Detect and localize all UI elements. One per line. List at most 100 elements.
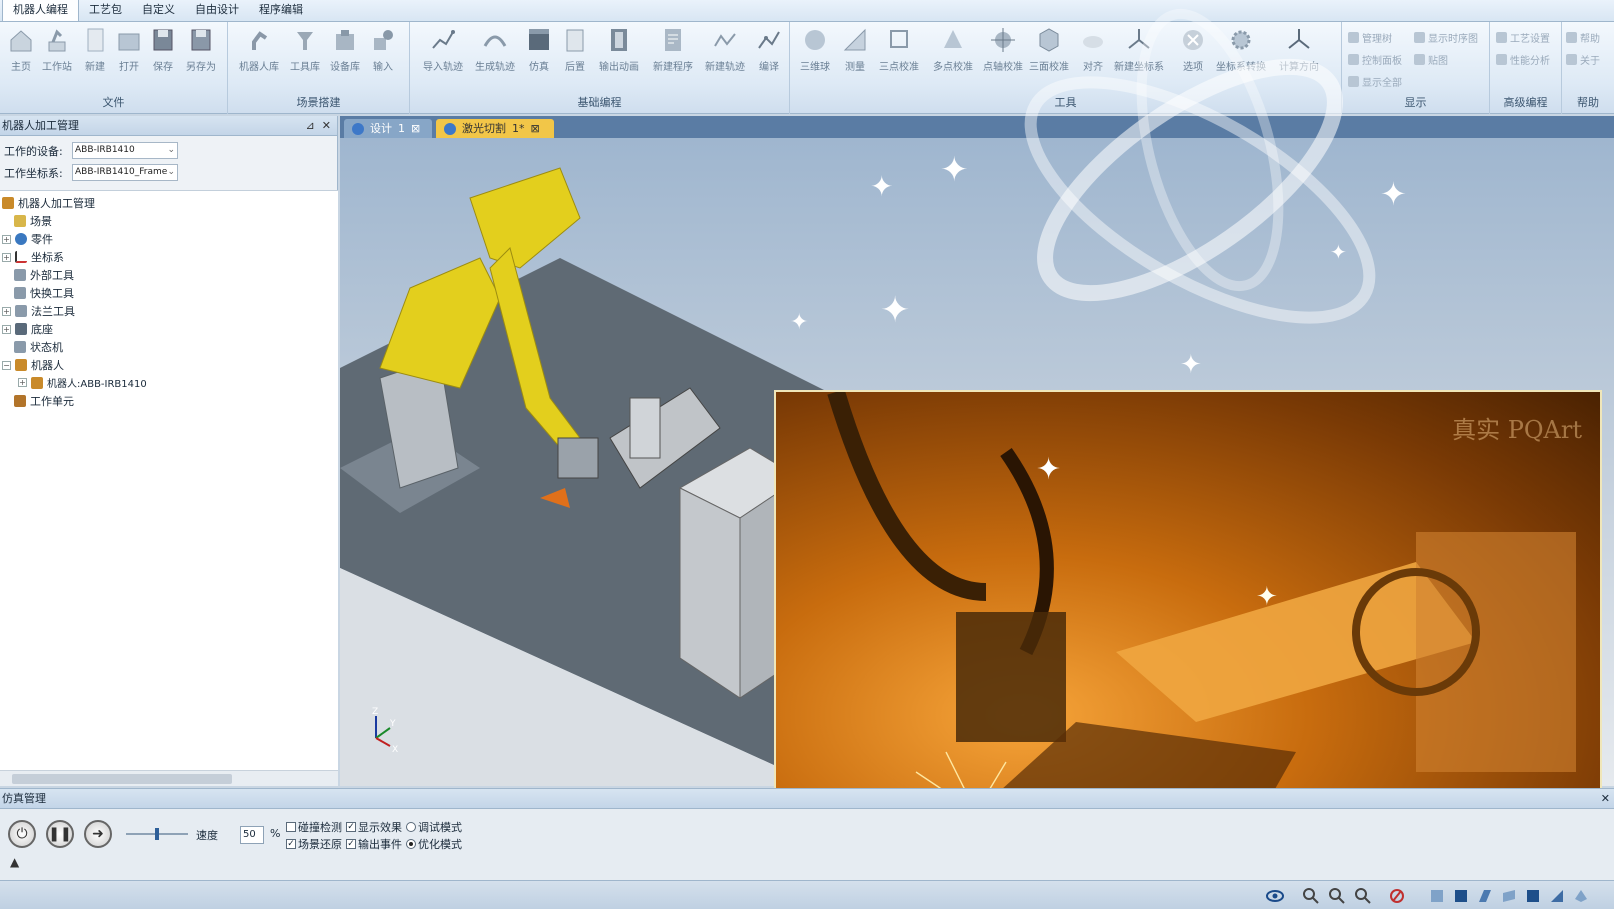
- collision-checkbox[interactable]: 碰撞检测: [286, 819, 342, 835]
- expand-icon[interactable]: +: [2, 306, 11, 316]
- menu-tab-program-edit[interactable]: 程序编辑: [249, 0, 313, 21]
- output-event-checkbox[interactable]: ✓ 输出事件: [346, 836, 402, 852]
- close-icon[interactable]: ⊠: [531, 119, 540, 138]
- menu-tab-custom[interactable]: 自定义: [132, 0, 185, 21]
- expand-icon[interactable]: +: [2, 324, 11, 334]
- input-button[interactable]: 输入: [364, 26, 402, 86]
- tree-item-flange-tools[interactable]: + 法兰工具: [2, 303, 75, 319]
- export-animation-button[interactable]: 输出动画: [599, 26, 639, 86]
- tree-item-parts[interactable]: + 零件: [2, 231, 53, 247]
- clapperboard-icon: [529, 29, 549, 50]
- frame-select[interactable]: ABB-IRB1410_Frame ⌄: [72, 164, 178, 181]
- control-panel-button[interactable]: 控制面板: [1348, 50, 1402, 68]
- eye-icon[interactable]: [1266, 887, 1284, 905]
- tree-item-quick-change-tools[interactable]: 快换工具: [14, 285, 74, 301]
- menu-tab-free-design[interactable]: 自由设计: [185, 0, 249, 21]
- show-timeline-button[interactable]: 显示时序图: [1414, 28, 1478, 46]
- new-coordinate-system-button[interactable]: 新建坐标系: [1114, 26, 1164, 86]
- power-button[interactable]: ⏻: [8, 820, 36, 848]
- options-button[interactable]: 选项: [1174, 26, 1212, 86]
- import-path-button[interactable]: 导入轨迹: [423, 26, 463, 86]
- tree-item-state-machine[interactable]: 状态机: [14, 339, 63, 355]
- view-side-icon[interactable]: [1476, 887, 1494, 905]
- close-icon[interactable]: ✕: [322, 119, 331, 132]
- device-library-button[interactable]: 设备库: [326, 26, 364, 86]
- debug-mode-radio[interactable]: 调试模式: [406, 819, 462, 835]
- show-effect-checkbox[interactable]: ✓ 显示效果: [346, 819, 402, 835]
- manage-tree-button[interactable]: 管理树: [1348, 28, 1392, 46]
- new-button[interactable]: 新建: [76, 26, 114, 86]
- step-button[interactable]: ➜: [84, 820, 112, 848]
- view-bottom-icon[interactable]: [1572, 887, 1590, 905]
- tab-laser-cutting[interactable]: 激光切割 1* ⊠: [436, 119, 554, 138]
- speed-input[interactable]: 50: [240, 826, 264, 844]
- menu-tab-process-package[interactable]: 工艺包: [79, 0, 132, 21]
- collapse-icon[interactable]: −: [2, 360, 11, 370]
- tree-item-robot[interactable]: − 机器人: [2, 357, 64, 373]
- three-point-calibration-button[interactable]: 三点校准: [879, 26, 919, 86]
- three-face-calibration-button[interactable]: 三面校准: [1029, 26, 1069, 86]
- tool-library-button[interactable]: 工具库: [286, 26, 324, 86]
- view-front-icon[interactable]: [1428, 887, 1446, 905]
- open-button[interactable]: 打开: [110, 26, 148, 86]
- view-left-icon[interactable]: [1500, 887, 1518, 905]
- horizontal-scrollbar[interactable]: [0, 770, 338, 786]
- show-all-button[interactable]: 显示全部: [1348, 72, 1402, 90]
- pin-icon[interactable]: ⊿: [306, 119, 315, 132]
- 3d-ball-button[interactable]: 三维球: [796, 26, 834, 86]
- close-icon[interactable]: ⊠: [411, 119, 420, 138]
- new-path-button[interactable]: 新建轨迹: [705, 26, 745, 86]
- tree-item-scene[interactable]: 场景: [14, 213, 52, 229]
- tree-item-robot-abb[interactable]: + 机器人:ABB-IRB1410: [18, 375, 147, 390]
- device-select[interactable]: ABB-IRB1410 ⌄: [72, 142, 178, 159]
- multi-point-calibration-button[interactable]: 多点校准: [933, 26, 973, 86]
- generate-path-button[interactable]: 生成轨迹: [475, 26, 515, 86]
- zoom-out-icon[interactable]: [1354, 887, 1372, 905]
- performance-button[interactable]: 性能分析: [1496, 50, 1550, 68]
- tree-item-base[interactable]: + 底座: [2, 321, 53, 337]
- speed-slider[interactable]: [126, 828, 188, 840]
- workstation-button[interactable]: 工作站: [38, 26, 76, 86]
- coordinate-transform-button[interactable]: 坐标系转换: [1216, 26, 1266, 86]
- view-back-icon[interactable]: [1524, 887, 1542, 905]
- expand-icon[interactable]: +: [2, 234, 11, 244]
- about-button[interactable]: 关于: [1566, 50, 1600, 68]
- align-button[interactable]: 对齐: [1074, 26, 1112, 86]
- post-process-button[interactable]: 后置: [556, 26, 594, 86]
- laser-cutting-video[interactable]: 真实 PQArt ✦ ✦: [774, 390, 1602, 856]
- point-axis-calibration-button[interactable]: 点轴校准: [983, 26, 1023, 86]
- help-button[interactable]: 帮助: [1566, 28, 1600, 46]
- view-iso-icon[interactable]: [1548, 887, 1566, 905]
- measure-button[interactable]: 测量: [836, 26, 874, 86]
- expand-icon[interactable]: +: [18, 378, 27, 387]
- tab-design[interactable]: 设计 1 ⊠: [344, 119, 432, 138]
- save-button[interactable]: 保存: [144, 26, 182, 86]
- tree-item-external-tools[interactable]: 外部工具: [14, 267, 74, 283]
- tree-item-coordinate-system[interactable]: + 坐标系: [2, 249, 64, 265]
- close-icon[interactable]: ✕: [1601, 789, 1610, 809]
- scene-restore-checkbox[interactable]: ✓ 场景还原: [286, 836, 342, 852]
- new-program-button[interactable]: 新建程序: [653, 26, 693, 86]
- process-settings-button[interactable]: 工艺设置: [1496, 28, 1550, 46]
- expand-icon[interactable]: +: [2, 252, 11, 262]
- menu-tab-robot-programming[interactable]: 机器人编程: [2, 0, 79, 21]
- home-button[interactable]: 主页: [2, 26, 40, 86]
- texture-button[interactable]: 贴图: [1414, 50, 1448, 68]
- render-mode-icon[interactable]: [1388, 887, 1406, 905]
- zoom-icon[interactable]: [1302, 887, 1320, 905]
- compute-direction-button[interactable]: 计算方向: [1279, 26, 1319, 86]
- pause-button[interactable]: ❚❚: [46, 820, 74, 848]
- triangle-up-icon[interactable]: ▲: [10, 855, 19, 869]
- tree-root[interactable]: 机器人加工管理: [2, 195, 95, 211]
- tree-item-work-cell[interactable]: 工作单元: [14, 393, 74, 409]
- slider-knob[interactable]: [155, 828, 159, 840]
- simulate-button[interactable]: 仿真: [520, 26, 558, 86]
- robot-library-button[interactable]: 机器人库: [239, 26, 279, 86]
- scroll-thumb[interactable]: [12, 774, 232, 784]
- post-process-label: 后置: [565, 62, 585, 73]
- save-as-button[interactable]: 另存为: [182, 26, 220, 86]
- compile-button[interactable]: 编译: [750, 26, 788, 86]
- zoom-in-icon[interactable]: [1328, 887, 1346, 905]
- view-top-icon[interactable]: [1452, 887, 1470, 905]
- optimize-mode-radio[interactable]: 优化模式: [406, 836, 462, 852]
